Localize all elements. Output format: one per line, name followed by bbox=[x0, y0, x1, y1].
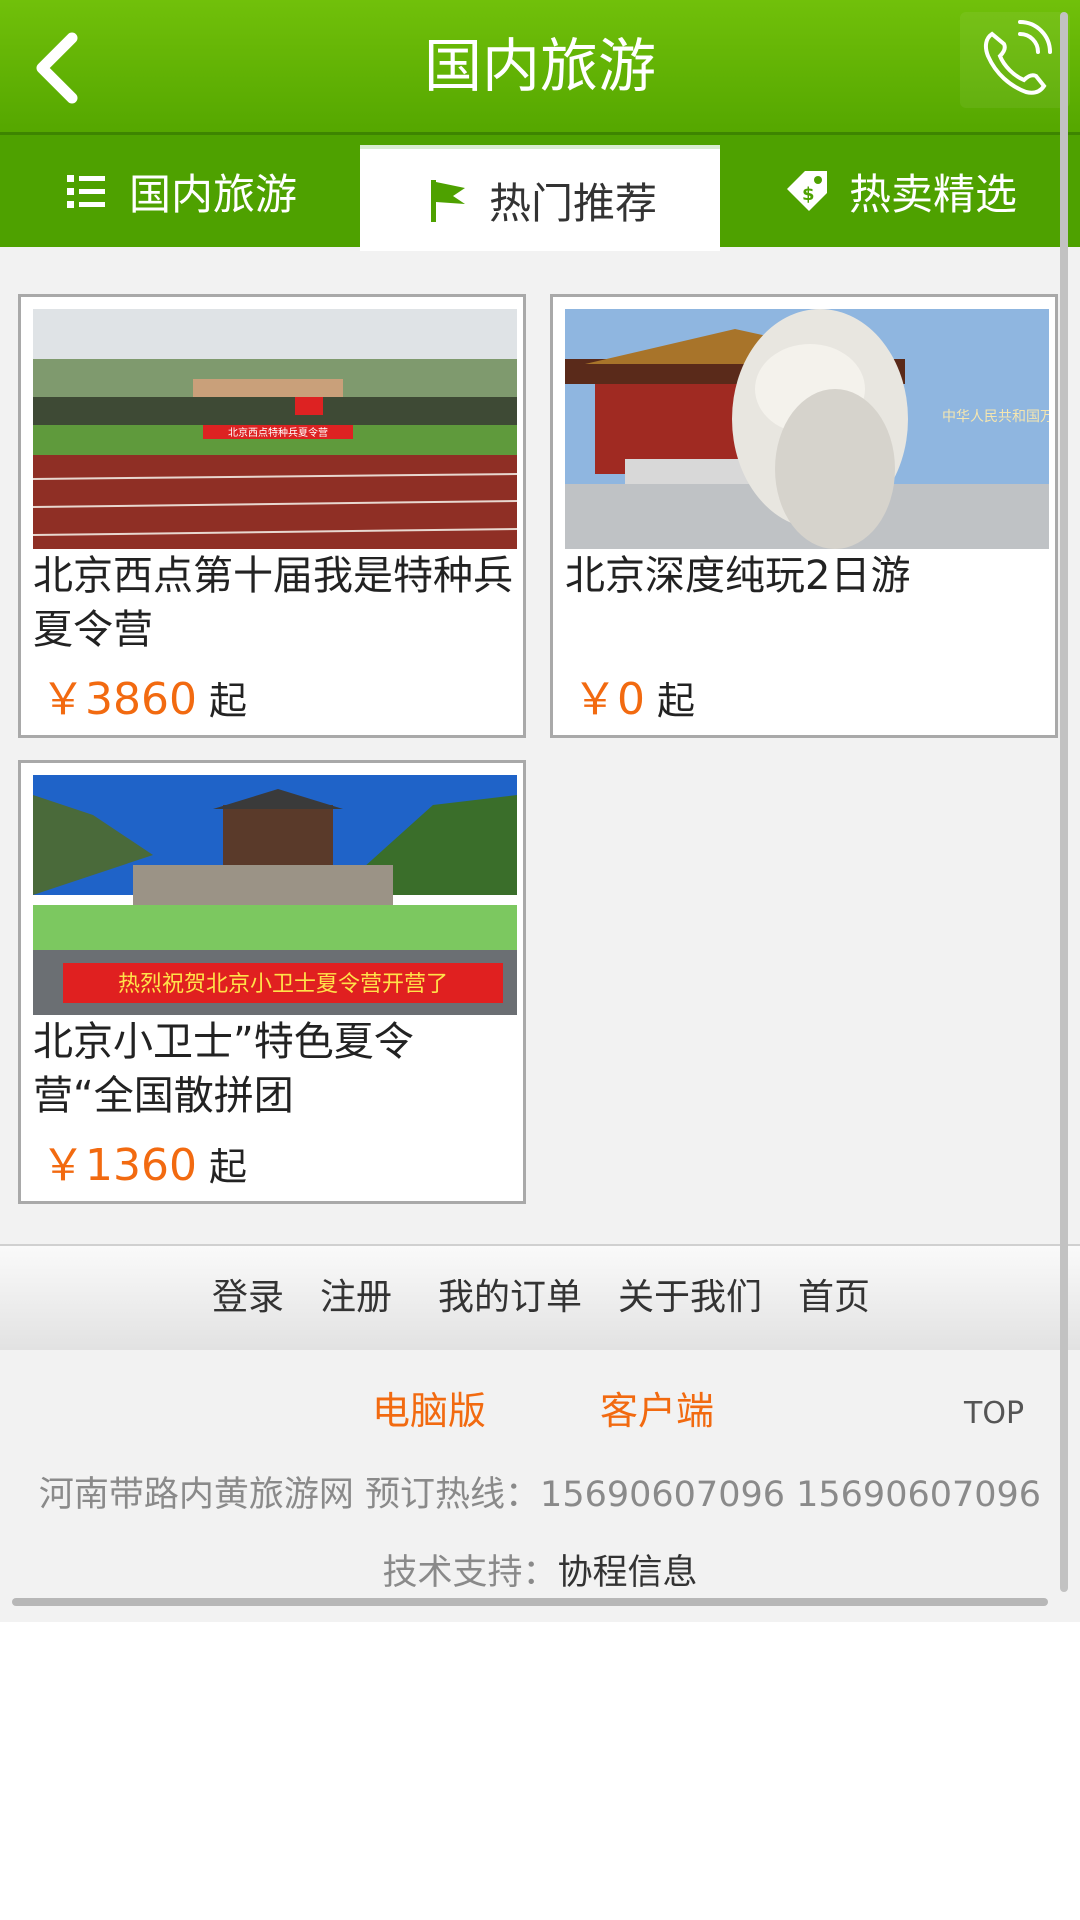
product-title: 北京深度纯玩2日游 bbox=[565, 553, 911, 599]
tab-domestic-travel[interactable]: 国内旅游 bbox=[0, 135, 360, 247]
tab-hot-recommend[interactable]: 热门推荐 bbox=[360, 145, 720, 251]
product-price: ￥1360 起 bbox=[41, 1138, 247, 1195]
site-info: 河南带路内黄旅游网 预订热线：15690607096 15690607096 bbox=[38, 1475, 1042, 1515]
price-value: ￥0 bbox=[573, 674, 645, 725]
svg-text:$: $ bbox=[802, 184, 815, 205]
home-link[interactable]: 首页 bbox=[798, 1274, 870, 1322]
vertical-scrollbar[interactable] bbox=[1060, 12, 1068, 1592]
price-value: ￥1360 bbox=[41, 1140, 197, 1191]
page-background: 国内旅游 国内旅游 热门推荐 $ 热卖精选 北京西点特种兵夏令营 北京西点第十届… bbox=[0, 0, 1080, 1622]
product-card[interactable]: 热烈祝贺北京小卫士夏令营开营了 北京小卫士”特色夏令营“全国散拼团 ￥1360 起 bbox=[18, 760, 526, 1204]
top-bar: 国内旅游 bbox=[0, 0, 1080, 135]
tab-label: 热门推荐 bbox=[488, 178, 657, 228]
footer-nav: 登录 注册 我的订单 关于我们 首页 bbox=[0, 1244, 1080, 1352]
tab-label: 国内旅游 bbox=[128, 169, 297, 219]
product-price: ￥0 起 bbox=[573, 672, 695, 729]
list-icon bbox=[66, 175, 105, 208]
price-value: ￥3860 bbox=[41, 674, 197, 725]
horizontal-scrollbar[interactable] bbox=[12, 1598, 1048, 1606]
phone-button[interactable] bbox=[960, 12, 1070, 108]
product-title: 北京小卫士”特色夏令营“全国散拼团 bbox=[33, 1019, 414, 1119]
product-image: 热烈祝贺北京小卫士夏令营开营了 bbox=[33, 775, 517, 1015]
product-card[interactable]: 中华人民共和国万岁 北京深度纯玩2日游 ￥0 起 bbox=[550, 294, 1058, 738]
register-link[interactable]: 注册 bbox=[320, 1274, 392, 1322]
price-suffix: 起 bbox=[657, 679, 696, 723]
category-tabs: 国内旅游 热门推荐 $ 热卖精选 bbox=[0, 135, 1080, 251]
my-orders-link[interactable]: 我的订单 bbox=[438, 1274, 582, 1322]
product-title: 北京西点第十届我是特种兵夏令营 bbox=[33, 553, 513, 653]
support-name: 协程信息 bbox=[557, 1553, 698, 1593]
about-us-link[interactable]: 关于我们 bbox=[618, 1274, 762, 1322]
price-suffix: 起 bbox=[208, 679, 247, 723]
banner-text: 热烈祝贺北京小卫士夏令营开营了 bbox=[118, 972, 448, 997]
sign-text: 中华人民共和国万岁 bbox=[942, 409, 1049, 425]
back-to-top-link[interactable]: TOP bbox=[964, 1394, 1024, 1434]
product-card[interactable]: 北京西点特种兵夏令营 北京西点第十届我是特种兵夏令营 ￥3860 起 bbox=[18, 294, 526, 738]
page-title: 国内旅游 bbox=[423, 32, 656, 100]
tab-label: 热卖精选 bbox=[848, 169, 1017, 219]
product-image: 中华人民共和国万岁 bbox=[565, 309, 1049, 549]
product-price: ￥3860 起 bbox=[41, 672, 247, 729]
tech-support: 技术支持：协程信息 bbox=[0, 1548, 1080, 1598]
price-tag-icon: $ bbox=[786, 171, 827, 211]
phone-icon bbox=[983, 20, 1052, 95]
support-label: 技术支持： bbox=[382, 1553, 558, 1593]
flag-icon bbox=[430, 180, 465, 222]
login-link[interactable]: 登录 bbox=[212, 1274, 284, 1322]
banner-text: 北京西点特种兵夏令营 bbox=[228, 426, 328, 439]
site-footer: 电脑版 客户端 TOP 河南带路内黄旅游网 预订热线：15690607096 1… bbox=[0, 1350, 1080, 1622]
tab-hot-sale[interactable]: $ 热卖精选 bbox=[720, 135, 1080, 247]
client-app-link[interactable]: 客户端 bbox=[600, 1386, 714, 1436]
pc-version-link[interactable]: 电脑版 bbox=[372, 1386, 486, 1436]
price-suffix: 起 bbox=[208, 1145, 247, 1189]
product-image: 北京西点特种兵夏令营 bbox=[33, 309, 517, 549]
